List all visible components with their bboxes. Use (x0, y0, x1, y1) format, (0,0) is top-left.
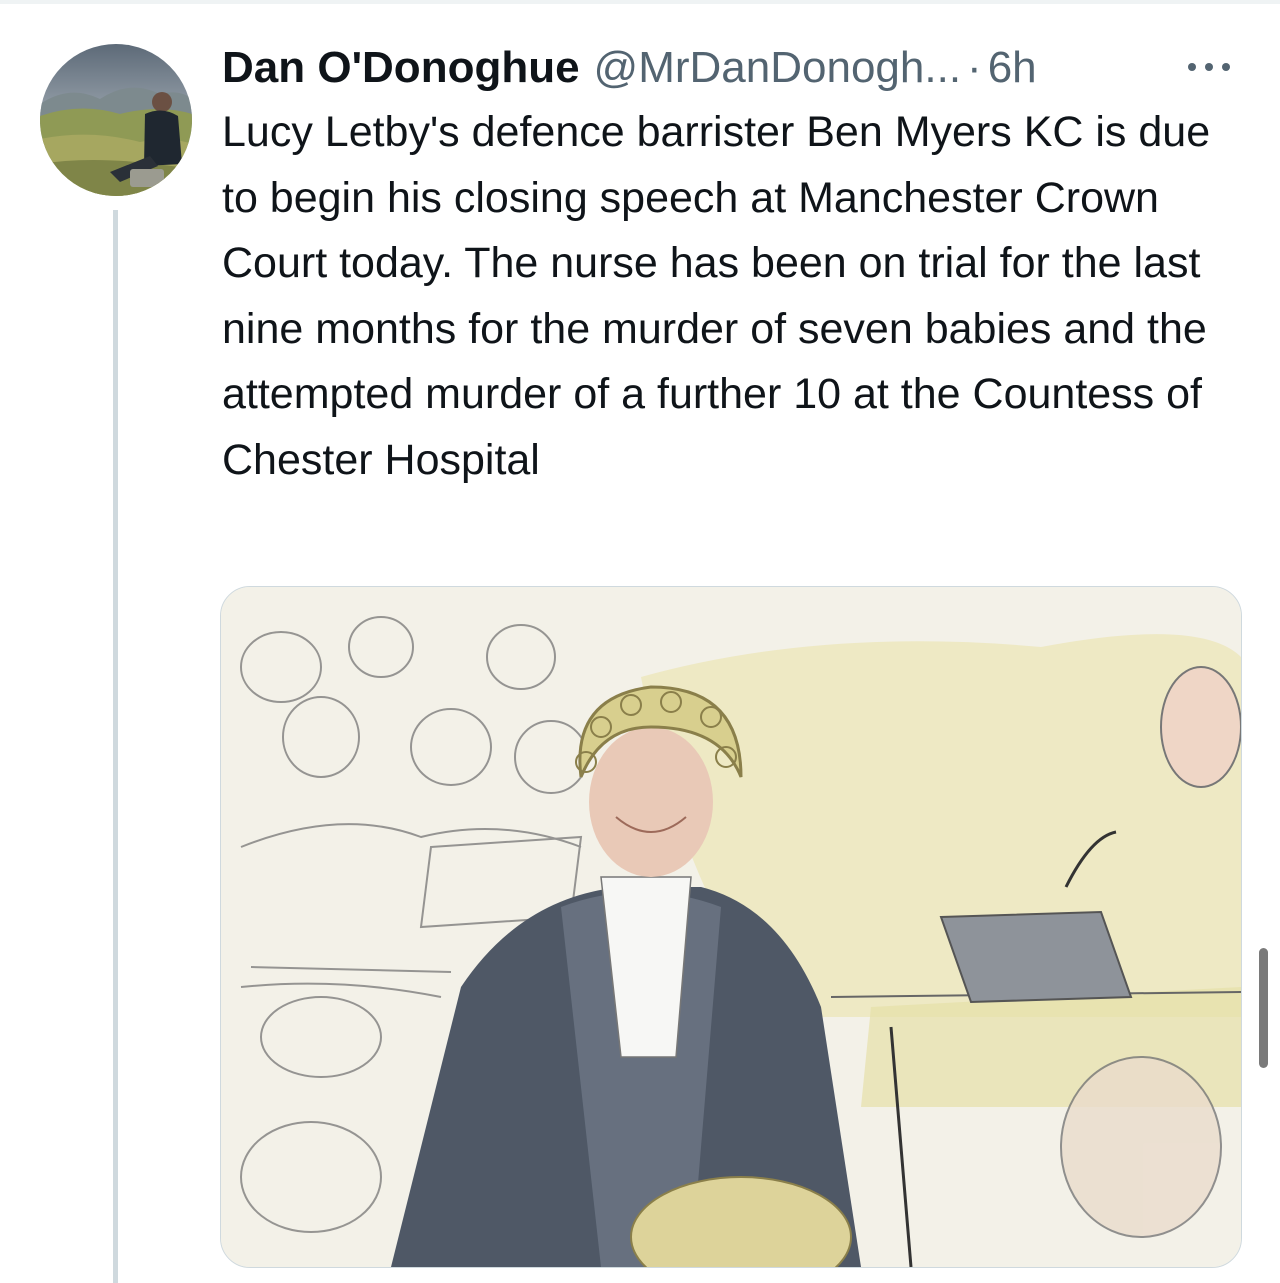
tweet-header: Dan O'Donoghue @MrDanDonogh... · 6h (222, 38, 1262, 98)
thread-connector-line (113, 210, 118, 1283)
tweet-page: Dan O'Donoghue @MrDanDonogh... · 6h Lucy… (0, 0, 1280, 1283)
tweet-media[interactable] (220, 586, 1242, 1268)
timestamp[interactable]: 6h (988, 38, 1037, 98)
avatar[interactable] (40, 44, 192, 196)
tweet-text: Lucy Letby's defence barrister Ben Myers… (222, 108, 1211, 484)
courtroom-sketch-image (221, 587, 1241, 1267)
more-horizontal-icon[interactable] (1184, 52, 1234, 82)
author-display-name[interactable]: Dan O'Donoghue (222, 38, 580, 98)
scrollbar-thumb[interactable] (1259, 948, 1268, 1068)
separator-dot: · (967, 43, 982, 92)
top-divider (0, 0, 1280, 4)
author-handle[interactable]: @MrDanDonogh... (594, 38, 962, 98)
profile-photo-icon (40, 44, 192, 196)
